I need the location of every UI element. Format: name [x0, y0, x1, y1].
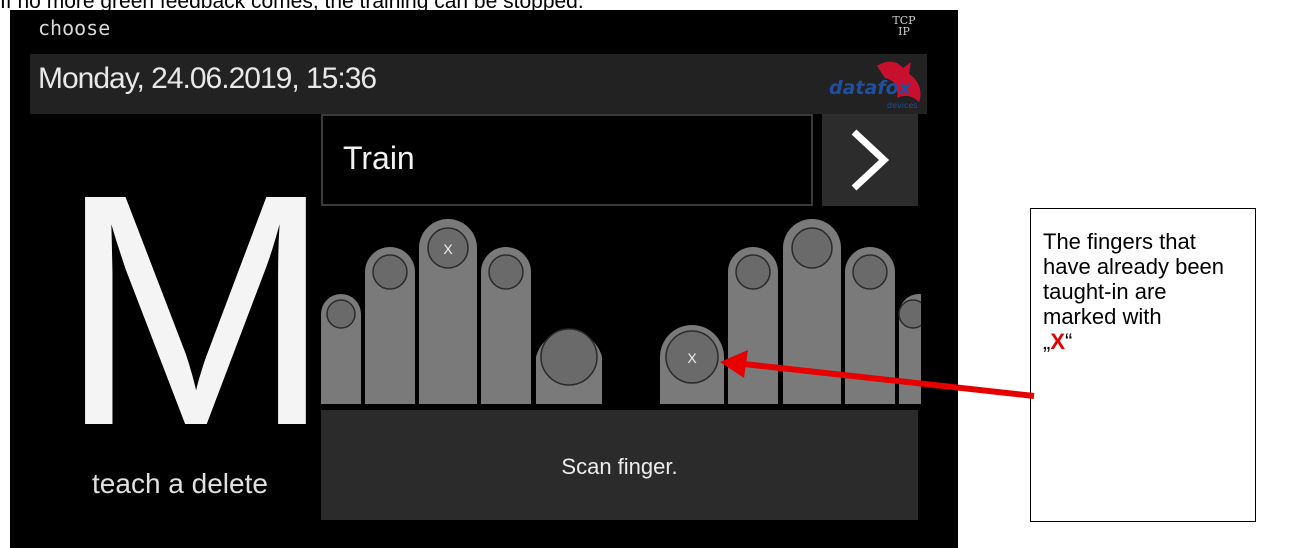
annotation-mark: X [1050, 329, 1066, 354]
taught-mark-left-middle: X [443, 241, 453, 257]
next-button[interactable] [822, 114, 918, 206]
mode-label: choose [38, 16, 111, 40]
mode-description: teach a delete [92, 468, 268, 499]
tcp-ip-indicator: TCP IP [886, 15, 922, 37]
chevron-right-icon [851, 129, 890, 191]
left-hand: X [321, 219, 602, 404]
annotation-text: The fingers that have already been taugh… [1043, 229, 1225, 329]
ip-label: IP [898, 25, 910, 38]
date-bar: Monday, 24.06.2019, 15:36 datafox device… [30, 54, 927, 114]
train-field[interactable]: Train [321, 114, 813, 206]
finger-right-thumb[interactable]: X [660, 325, 724, 404]
finger-left-pinky[interactable] [321, 294, 361, 404]
finger-left-index[interactable] [481, 247, 531, 404]
datafox-logo: datafox devices [829, 61, 921, 110]
annotation-quote-close: “ [1065, 329, 1073, 354]
scan-prompt: Scan finger. [561, 454, 678, 479]
finger-right-pinky[interactable] [898, 294, 921, 404]
train-label: Train [343, 140, 415, 176]
hand-diagram: X X [321, 219, 921, 404]
taught-mark-right-thumb: X [687, 350, 697, 366]
finger-right-ring[interactable] [845, 247, 895, 404]
finger-right-index[interactable] [728, 247, 778, 404]
finger-left-thumb[interactable] [536, 328, 602, 404]
scan-prompt-panel: Scan finger. [321, 410, 918, 520]
right-hand: X [660, 219, 921, 404]
status-bar: choose TCP IP [10, 10, 958, 50]
annotation-callout: The fingers that have already been taugh… [1030, 208, 1256, 522]
logo-text: datafox [829, 77, 912, 99]
datetime-display: Monday, 24.06.2019, 15:36 [38, 62, 377, 95]
finger-right-middle[interactable] [783, 219, 841, 404]
finger-left-middle[interactable]: X [419, 219, 477, 404]
finger-left-ring[interactable] [365, 247, 415, 404]
mode-letter: M [58, 125, 333, 494]
logo-subtext: devices [887, 101, 917, 110]
